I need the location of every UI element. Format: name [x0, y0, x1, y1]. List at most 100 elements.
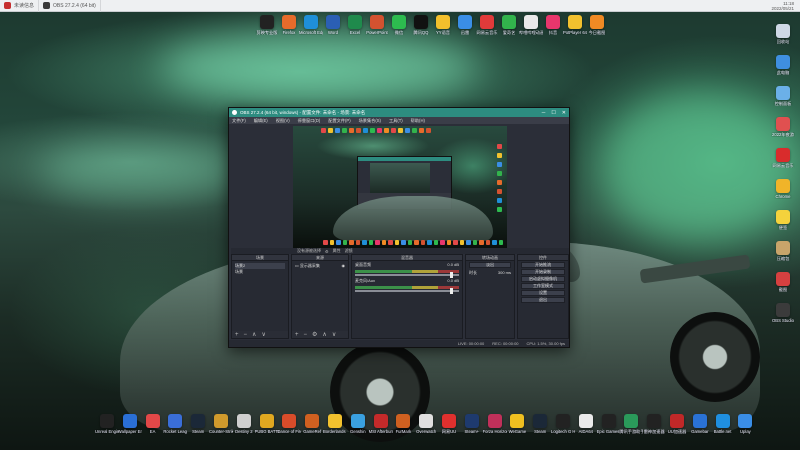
settings-button[interactable]: 设置	[521, 290, 565, 296]
app-icon	[260, 15, 274, 29]
desktop-icon[interactable]: Steam+	[461, 414, 483, 434]
source-item[interactable]: ▭ 显示器采集 ◉	[295, 263, 345, 269]
preview-icon	[321, 128, 326, 133]
desktop-icon[interactable]: 雷神加速器	[643, 414, 665, 434]
desktop-icon[interactable]: 回收站	[772, 24, 794, 44]
desktop-icon[interactable]: Genshin	[347, 414, 369, 434]
obs-window[interactable]: OBS 27.2.4 (64 bit, windows) - 配置文件: 未命名…	[228, 107, 570, 348]
remove-icon[interactable]: −	[304, 332, 308, 338]
menu-view[interactable]: 视图(V)	[276, 118, 290, 124]
desktop-icon[interactable]: EA	[142, 414, 164, 434]
desktop-icon[interactable]: PUBG BATTLEGROUNDS	[255, 414, 279, 434]
virtual-camera-button[interactable]: 启动虚拟摄像机	[521, 276, 565, 282]
move-up-icon[interactable]: ∧	[322, 331, 326, 338]
desktop-icon[interactable]: AIDA64	[575, 414, 597, 434]
start-streaming-button[interactable]: 开始推流	[521, 262, 565, 268]
desktop-icon[interactable]: 今日截图	[586, 15, 608, 35]
desktop-icon[interactable]: UU加速器	[666, 414, 688, 434]
exit-button[interactable]: 退出	[521, 297, 565, 303]
desktop-icon[interactable]: 截图	[772, 272, 794, 292]
desktop-icon[interactable]: Unreal Engine	[95, 414, 119, 434]
desktop-icon[interactable]: Dance of Fire and Ice	[277, 414, 301, 434]
studio-mode-button[interactable]: 工作室模式	[521, 283, 565, 289]
start-recording-button[interactable]: 开始录制	[521, 269, 565, 275]
transition-select[interactable]: 淡出	[469, 262, 511, 268]
move-up-icon[interactable]: ∧	[252, 331, 256, 338]
scene-item[interactable]: 场景	[235, 269, 285, 275]
desktop-icon[interactable]: 剪映专业版	[256, 15, 278, 35]
volume-slider[interactable]	[355, 288, 459, 294]
remove-icon[interactable]: −	[244, 332, 248, 338]
desktop-icon[interactable]: Gamebar	[689, 414, 711, 434]
desktop-icon[interactable]: 网易云音乐	[772, 148, 794, 168]
desktop-icon[interactable]: Steam	[187, 414, 209, 434]
desktop-icon[interactable]: GameRef	[301, 414, 323, 434]
desktop-icon[interactable]: 腾讯手游助手	[619, 414, 643, 434]
preview-icon	[497, 207, 502, 212]
desktop-icon[interactable]: YY语音	[432, 15, 454, 35]
desktop-icon[interactable]: 压缩包	[772, 241, 794, 261]
desktop-icon[interactable]: Battle.net	[712, 414, 734, 434]
desktop-icon[interactable]: FurMark	[392, 414, 414, 434]
desktop-icon[interactable]: Logitech G HUB	[551, 414, 575, 434]
desktop-icon[interactable]: Counter-Strike	[209, 414, 233, 434]
desktop-icon[interactable]: Destiny 2	[233, 414, 255, 434]
add-icon[interactable]: +	[235, 332, 239, 338]
desktop-icon[interactable]: PotPlayer 64 bit	[563, 15, 587, 35]
desktop-icon[interactable]: 爱奇艺	[498, 15, 520, 35]
desktop-icon[interactable]: 控制面板	[772, 86, 794, 106]
desktop-icon[interactable]: Rocket League	[163, 414, 187, 434]
desktop-icon[interactable]: Microsoft Edge	[299, 15, 323, 35]
desktop-icon[interactable]: Excel	[344, 15, 366, 35]
maximize-icon[interactable]: ☐	[551, 110, 555, 116]
desktop-icon[interactable]: Chrome	[772, 179, 794, 199]
desktop-icon[interactable]: Word	[322, 15, 344, 35]
obs-title-bar[interactable]: OBS 27.2.4 (64 bit, windows) - 配置文件: 未命名…	[229, 108, 569, 117]
desktop-icon[interactable]: 此电脑	[772, 55, 794, 75]
desktop-icon[interactable]: Steam	[529, 414, 551, 434]
desktop-icon[interactable]: 哔哩哔哩动画	[519, 15, 543, 35]
duration-input[interactable]: 300 ms	[498, 270, 511, 275]
menu-edit[interactable]: 编辑(E)	[254, 118, 268, 124]
desktop-icon[interactable]: 便签	[772, 210, 794, 230]
desktop-icon[interactable]: 微信	[388, 15, 410, 35]
eye-icon[interactable]: ◉	[342, 263, 346, 269]
menu-profile[interactable]: 配置文件(P)	[328, 118, 350, 124]
desktop-icon[interactable]: MSI Afterburner	[369, 414, 393, 434]
desktop-icon[interactable]: 网易云音乐	[476, 15, 498, 35]
menu-file[interactable]: 文件(F)	[232, 118, 246, 124]
minimize-icon[interactable]: ─	[542, 110, 546, 116]
gear-icon[interactable]: ⚙	[325, 249, 329, 254]
desktop-icon[interactable]: PowerPoint	[366, 15, 388, 35]
desktop-icon[interactable]: Epic Games Launcher	[597, 414, 621, 434]
gear-icon[interactable]: ⚙	[312, 331, 317, 338]
menu-scene-collection[interactable]: 场景集合(S)	[359, 118, 381, 124]
menu-help[interactable]: 帮助(H)	[411, 118, 425, 124]
preview-icon	[420, 240, 425, 245]
clock[interactable]: 11:18 2022/05/21	[771, 1, 794, 11]
desktop-icon[interactable]: WeGame	[506, 414, 528, 434]
close-icon[interactable]: ✕	[562, 110, 566, 116]
menu-tools[interactable]: 工具(T)	[389, 118, 403, 124]
add-icon[interactable]: +	[295, 332, 299, 338]
obs-preview[interactable]	[293, 126, 507, 248]
move-down-icon[interactable]: ∨	[261, 331, 265, 338]
move-down-icon[interactable]: ∨	[332, 331, 336, 338]
desktop-icon[interactable]: Uplay	[734, 414, 756, 434]
desktop-icon[interactable]: OBS Studio	[772, 303, 794, 323]
desktop-icon[interactable]: 腾讯QQ	[410, 15, 432, 35]
desktop-icon[interactable]: Forza Horizon 4	[483, 414, 507, 434]
desktop-icon[interactable]: 2022年夜游	[772, 117, 794, 137]
desktop-icon[interactable]: Borderlands 3	[323, 414, 347, 434]
desktop-icon[interactable]: Firefox	[278, 15, 300, 35]
preview-icon	[498, 240, 503, 245]
menu-docks[interactable]: 停靠窗口(D)	[298, 118, 321, 124]
volume-slider[interactable]	[355, 272, 459, 278]
desktop-icon[interactable]: Overwatch	[415, 414, 437, 434]
desktop-icon[interactable]: 迅雷	[454, 15, 476, 35]
taskbar-tab[interactable]: OBS 27.2.4 (64 bit)	[39, 0, 101, 12]
desktop-icon[interactable]: 网易UU	[438, 414, 460, 434]
taskbar-tab[interactable]: 未读信息	[0, 0, 40, 12]
desktop-icon[interactable]: Wallpaper Engine	[118, 414, 142, 434]
desktop-icon[interactable]: 抖音	[542, 15, 564, 35]
